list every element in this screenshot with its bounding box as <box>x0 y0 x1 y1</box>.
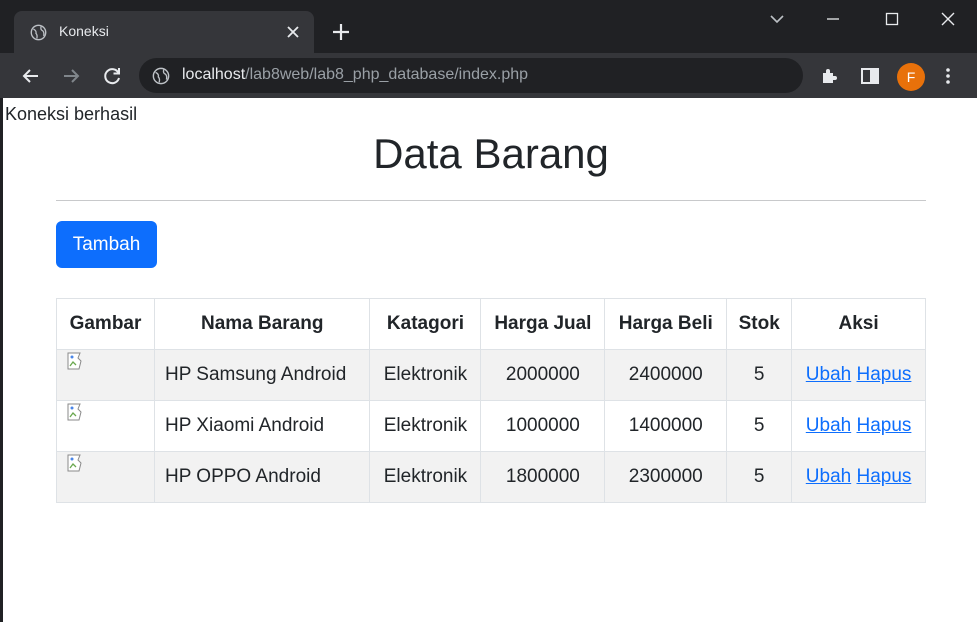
item-actions: Ubah Hapus <box>791 400 926 452</box>
back-arrow-icon[interactable] <box>19 64 43 88</box>
item-stock: 5 <box>726 400 793 452</box>
header-aksi: Aksi <box>791 298 926 350</box>
url-text: localhost/lab8web/lab8_php_database/inde… <box>182 66 528 84</box>
edit-link[interactable]: Ubah <box>806 415 851 436</box>
close-window-icon[interactable] <box>936 7 960 31</box>
globe-icon[interactable] <box>152 67 170 85</box>
more-menu-icon[interactable] <box>936 64 960 88</box>
reload-icon[interactable] <box>100 64 124 88</box>
side-panel-icon[interactable] <box>858 64 882 88</box>
image-cell <box>56 400 155 452</box>
tab-search-chevron-icon[interactable] <box>765 7 789 31</box>
connection-status: Koneksi berhasil <box>5 104 138 124</box>
delete-link[interactable]: Hapus <box>856 364 911 385</box>
item-sell-price: 1000000 <box>480 400 606 452</box>
item-buy-price: 2400000 <box>604 349 728 401</box>
maximize-icon[interactable] <box>880 7 904 31</box>
browser-titlebar: Koneksi <box>0 0 977 53</box>
item-sell-price: 2000000 <box>480 349 606 401</box>
item-stock: 5 <box>726 349 793 401</box>
table-row: HP Xiaomi Android Elektronik 1000000 140… <box>56 400 926 452</box>
item-name: HP OPPO Android <box>153 451 371 503</box>
item-category: Elektronik <box>369 451 482 503</box>
browser-tab[interactable]: Koneksi <box>14 11 314 53</box>
header-gambar: Gambar <box>56 298 155 350</box>
table-row: HP OPPO Android Elektronik 1800000 23000… <box>56 451 926 503</box>
items-table: Gambar Nama Barang Katagori Harga Jual H… <box>56 298 926 503</box>
page-title: Data Barang <box>373 130 609 177</box>
header-katagori: Katagori <box>369 298 482 350</box>
address-bar[interactable]: localhost/lab8web/lab8_php_database/inde… <box>139 58 803 93</box>
add-item-button[interactable]: Tambah <box>56 221 157 268</box>
item-actions: Ubah Hapus <box>791 349 926 401</box>
browser-toolbar: localhost/lab8web/lab8_php_database/inde… <box>0 53 977 98</box>
item-actions: Ubah Hapus <box>791 451 926 503</box>
url-host: localhost <box>182 66 246 83</box>
item-buy-price: 1400000 <box>604 400 728 452</box>
header-nama-barang: Nama Barang <box>153 298 371 350</box>
broken-image-icon <box>67 403 82 421</box>
item-category: Elektronik <box>369 400 482 452</box>
item-name: HP Xiaomi Android <box>153 400 371 452</box>
minimize-icon[interactable] <box>821 7 845 31</box>
header-harga-beli: Harga Beli <box>604 298 728 350</box>
profile-avatar[interactable]: F <box>897 63 925 91</box>
broken-image-icon <box>67 352 82 370</box>
edit-link[interactable]: Ubah <box>806 364 851 385</box>
image-cell <box>56 349 155 401</box>
table-row: HP Samsung Android Elektronik 2000000 24… <box>56 349 926 401</box>
globe-icon <box>30 24 47 41</box>
item-name: HP Samsung Android <box>153 349 371 401</box>
item-buy-price: 2300000 <box>604 451 728 503</box>
divider <box>56 200 926 201</box>
item-stock: 5 <box>726 451 793 503</box>
close-tab-icon[interactable] <box>284 23 302 41</box>
table-header-row: Gambar Nama Barang Katagori Harga Jual H… <box>56 298 926 350</box>
header-harga-jual: Harga Jual <box>480 298 606 350</box>
delete-link[interactable]: Hapus <box>856 415 911 436</box>
tab-title: Koneksi <box>59 23 109 39</box>
url-path: /lab8web/lab8_php_database/index.php <box>245 66 529 83</box>
edit-link[interactable]: Ubah <box>806 466 851 487</box>
item-sell-price: 1800000 <box>480 451 606 503</box>
forward-arrow-icon[interactable] <box>59 64 83 88</box>
image-cell <box>56 451 155 503</box>
extensions-puzzle-icon[interactable] <box>818 64 842 88</box>
header-stok: Stok <box>726 298 793 350</box>
window-edge <box>0 98 3 622</box>
delete-link[interactable]: Hapus <box>856 466 911 487</box>
new-tab-icon[interactable] <box>329 20 353 44</box>
broken-image-icon <box>67 454 82 472</box>
item-category: Elektronik <box>369 349 482 401</box>
